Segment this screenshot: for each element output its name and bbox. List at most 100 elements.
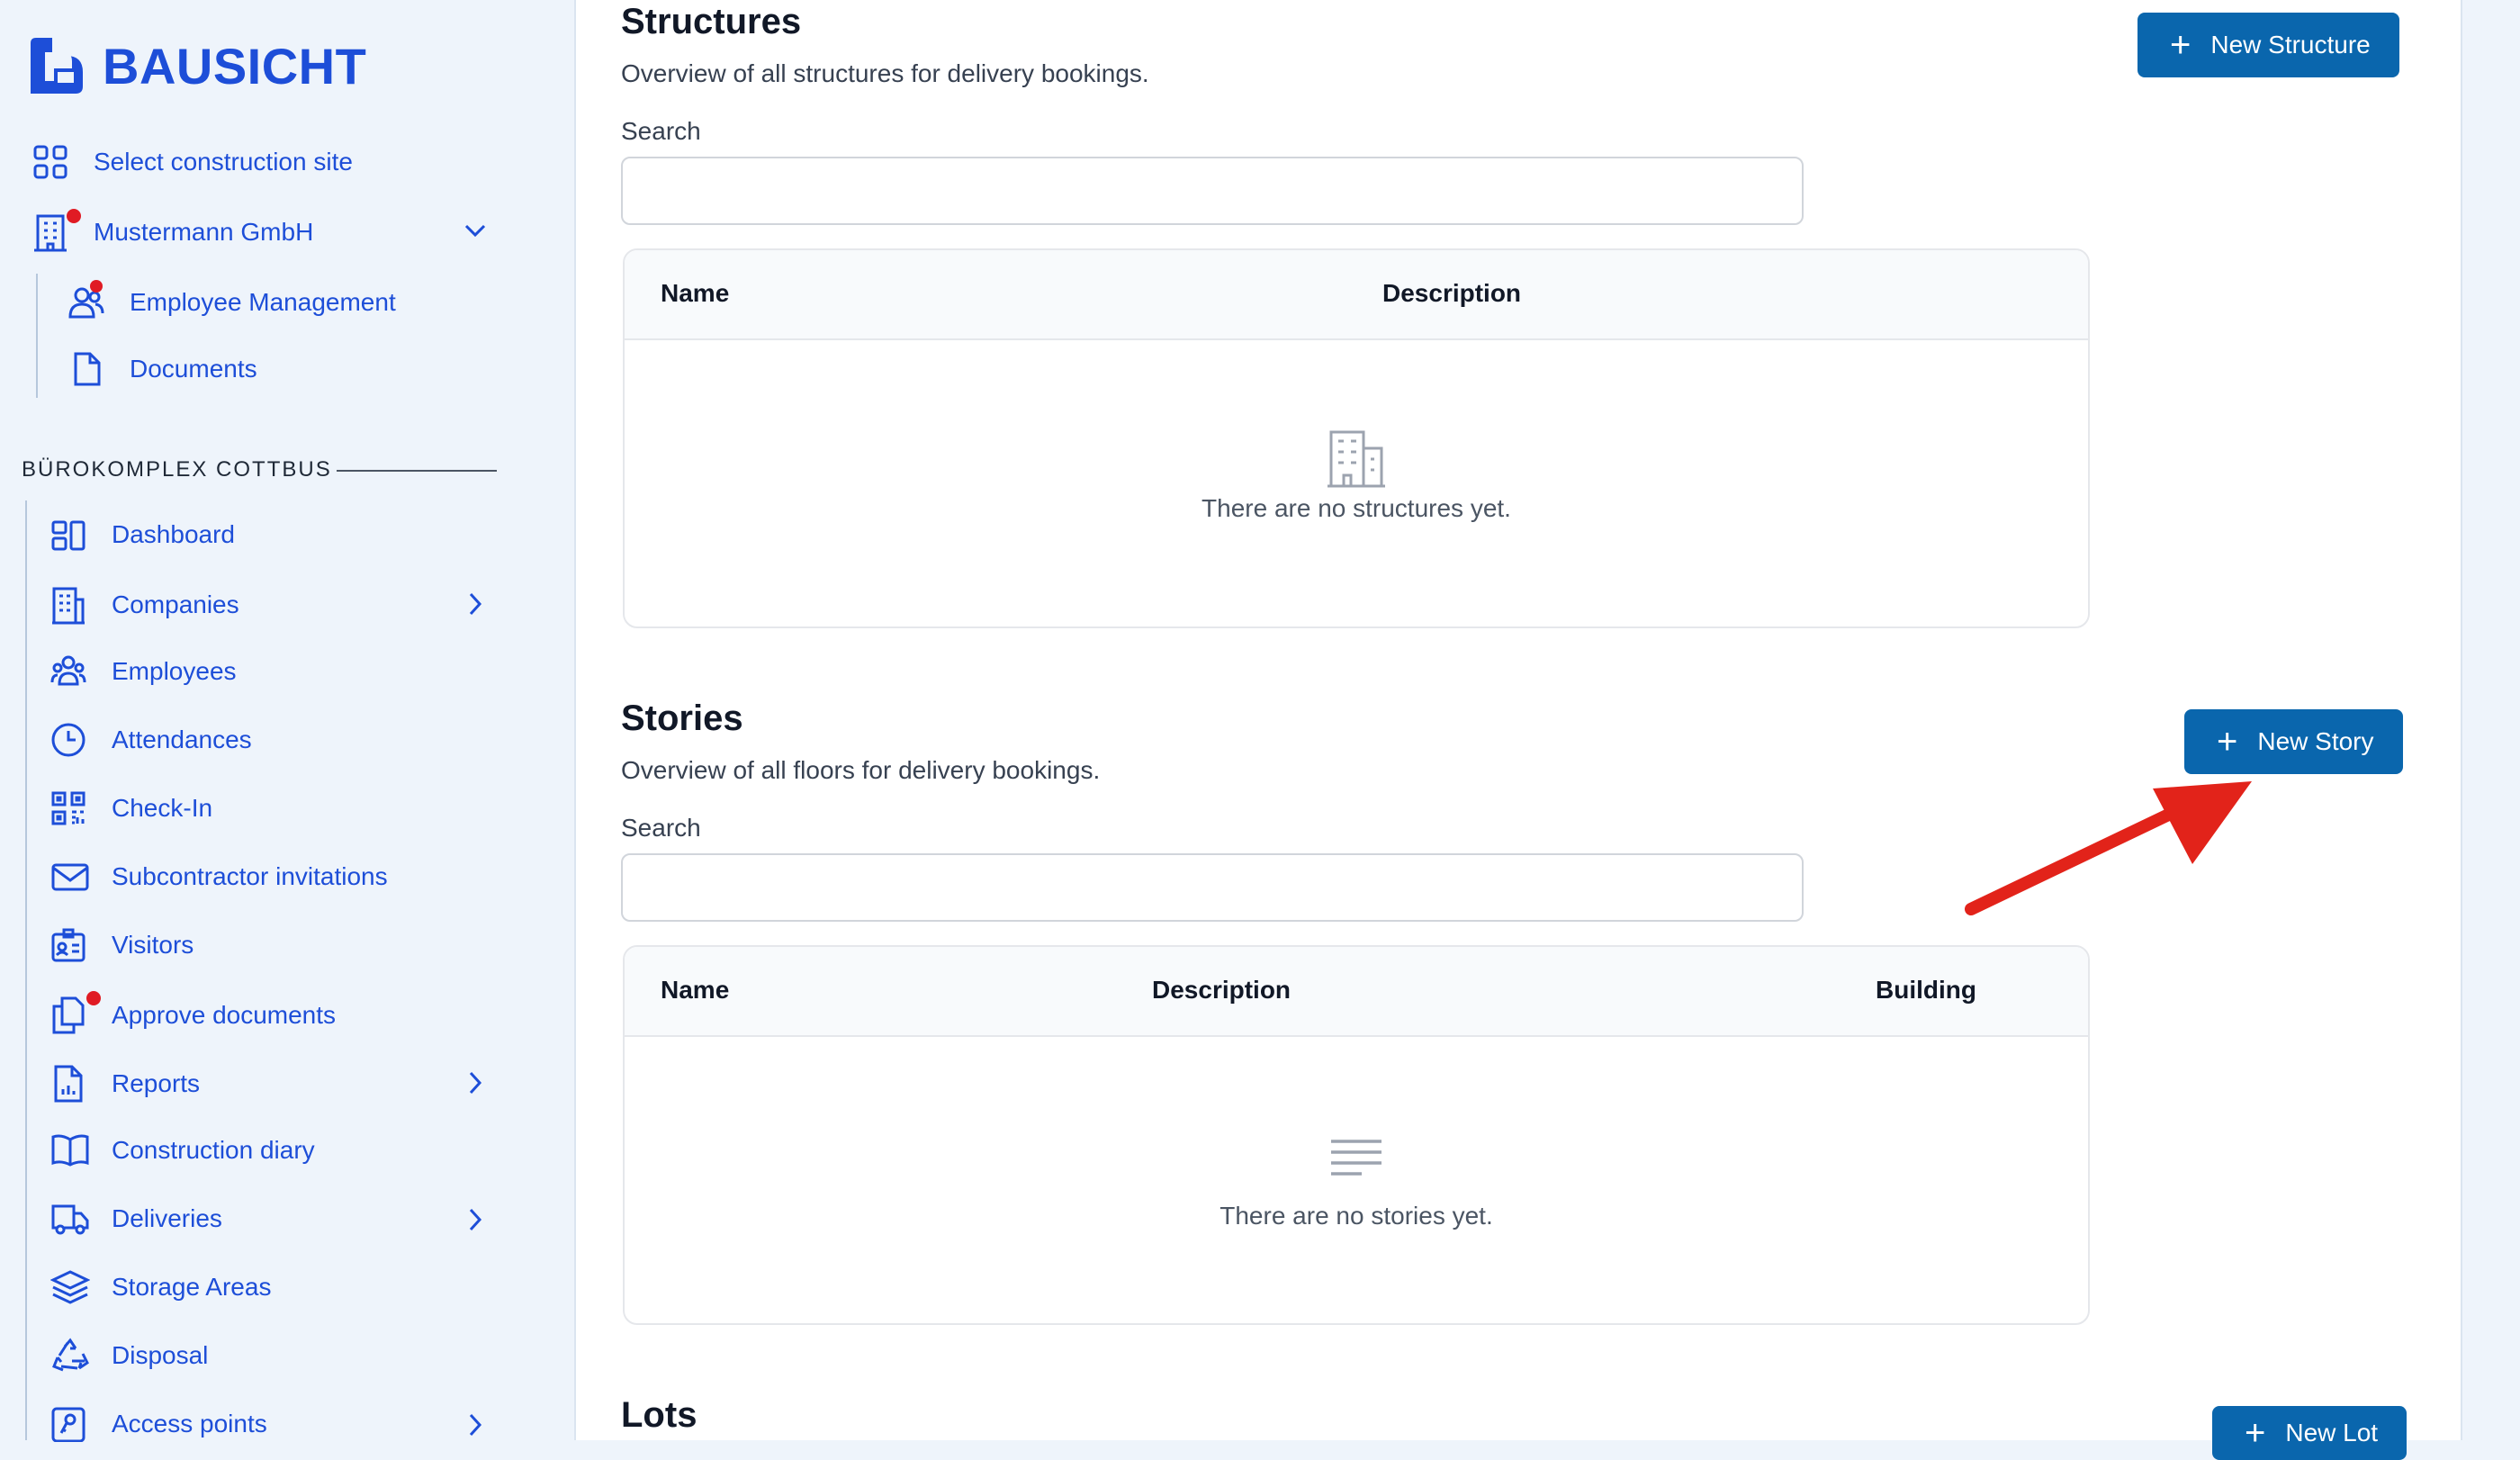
chevron-down-icon[interactable] bbox=[463, 221, 488, 239]
nav-companies[interactable]: Companies bbox=[50, 585, 239, 625]
nav-access-points[interactable]: Access points bbox=[50, 1406, 267, 1442]
notification-dot bbox=[90, 280, 103, 293]
report-icon bbox=[54, 1065, 83, 1103]
empty-text: There are no structures yet. bbox=[1202, 494, 1511, 522]
nav-label: Employees bbox=[112, 657, 237, 685]
nav-visitors[interactable]: Visitors bbox=[50, 927, 194, 963]
nav-label: Documents bbox=[130, 355, 257, 383]
new-structure-button[interactable]: + New Structure bbox=[2138, 13, 2399, 77]
section-divider bbox=[337, 470, 497, 472]
nav-disposal[interactable]: Disposal bbox=[50, 1338, 208, 1374]
subnav-line bbox=[36, 274, 38, 398]
chevron-right-icon[interactable] bbox=[466, 1069, 484, 1096]
empty-text: There are no stories yet. bbox=[1220, 1202, 1493, 1230]
column-header-building: Building bbox=[1876, 976, 1976, 1004]
column-header-description: Description bbox=[1152, 976, 1292, 1004]
chevron-right-icon[interactable] bbox=[466, 1411, 484, 1438]
structures-subtitle: Overview of all structures for delivery … bbox=[621, 59, 1149, 87]
qr-code-icon bbox=[51, 791, 86, 825]
nav-employees[interactable]: Employees bbox=[50, 653, 237, 689]
id-badge-icon bbox=[51, 928, 86, 962]
nav-select-construction-site[interactable]: Select construction site bbox=[32, 144, 353, 180]
nav-employee-management[interactable]: Employee Management bbox=[68, 284, 396, 320]
building-icon bbox=[52, 587, 85, 625]
users-group-icon bbox=[50, 655, 86, 686]
structures-search-label: Search bbox=[621, 117, 701, 145]
stories-empty-state: There are no stories yet. bbox=[625, 1136, 2088, 1230]
structures-title: Structures bbox=[621, 2, 802, 41]
layers-icon bbox=[50, 1270, 90, 1304]
book-icon bbox=[51, 1134, 89, 1167]
nav-storage-areas[interactable]: Storage Areas bbox=[50, 1269, 271, 1305]
stories-search-label: Search bbox=[621, 814, 701, 842]
nav-label: Select construction site bbox=[94, 148, 353, 176]
structures-empty-state: There are no structures yet. bbox=[625, 428, 2088, 523]
notification-dot bbox=[86, 991, 101, 1005]
plus-icon: + bbox=[2217, 722, 2238, 762]
new-lot-button[interactable]: + New Lot bbox=[2212, 1406, 2408, 1460]
chevron-right-icon[interactable] bbox=[466, 590, 484, 617]
document-icon bbox=[74, 352, 101, 386]
stories-title: Stories bbox=[621, 698, 743, 738]
building-icon bbox=[34, 214, 67, 252]
nav-deliveries[interactable]: Deliveries bbox=[50, 1201, 222, 1237]
recycle-icon bbox=[52, 1338, 89, 1372]
lots-title: Lots bbox=[621, 1395, 698, 1435]
bausicht-logo-icon bbox=[31, 38, 83, 94]
stories-table: Name Description Building There are no s… bbox=[623, 945, 2090, 1325]
dashboard-icon bbox=[51, 520, 86, 551]
nav-subcontractor-invitations[interactable]: Subcontractor invitations bbox=[50, 859, 388, 895]
column-header-name: Name bbox=[661, 279, 730, 307]
section-line bbox=[25, 500, 27, 1440]
nav-label: Dashboard bbox=[112, 520, 235, 548]
stories-subtitle: Overview of all floors for delivery book… bbox=[621, 756, 1101, 784]
nav-label: Access points bbox=[112, 1410, 267, 1437]
plus-icon: + bbox=[2170, 25, 2192, 65]
nav-label: Companies bbox=[112, 590, 239, 618]
right-gutter bbox=[2461, 0, 2520, 1440]
column-header-name: Name bbox=[661, 976, 730, 1004]
nav-label: Visitors bbox=[112, 931, 194, 959]
chevron-right-icon[interactable] bbox=[466, 1206, 484, 1233]
section-title: BÜROKOMPLEX COTTBUS bbox=[22, 457, 332, 482]
structures-search-input[interactable] bbox=[621, 157, 1804, 225]
nav-label: Disposal bbox=[112, 1341, 209, 1369]
app-name: BAUSICHT bbox=[103, 37, 367, 95]
notification-dot bbox=[67, 209, 81, 223]
key-card-icon bbox=[51, 1407, 86, 1442]
grid-icon bbox=[33, 145, 68, 179]
nav-check-in[interactable]: Check-In bbox=[50, 790, 212, 826]
truck-icon bbox=[51, 1204, 89, 1235]
nav-label: Deliveries bbox=[112, 1204, 222, 1232]
documents-icon bbox=[52, 996, 85, 1034]
nav-label: Storage Areas bbox=[112, 1273, 272, 1301]
button-label: New Story bbox=[2257, 727, 2374, 755]
button-label: New Structure bbox=[2210, 31, 2371, 59]
nav-documents[interactable]: Documents bbox=[68, 351, 257, 387]
nav-label: Attendances bbox=[112, 725, 252, 753]
nav-label: Reports bbox=[112, 1069, 201, 1097]
nav-reports[interactable]: Reports bbox=[50, 1064, 200, 1104]
clock-icon bbox=[51, 723, 86, 757]
stories-search-input[interactable] bbox=[621, 853, 1804, 922]
column-header-description: Description bbox=[1382, 279, 1522, 307]
nav-label: Subcontractor invitations bbox=[112, 862, 388, 890]
plus-icon: + bbox=[2245, 1413, 2266, 1453]
logo[interactable]: BAUSICHT bbox=[27, 36, 366, 95]
nav-attendances[interactable]: Attendances bbox=[50, 722, 252, 758]
main-content: Structures Overview of all structures fo… bbox=[576, 0, 2461, 1460]
nav-dashboard[interactable]: Dashboard bbox=[50, 517, 235, 553]
button-label: New Lot bbox=[2285, 1419, 2379, 1446]
table-header: Name Description Building bbox=[625, 947, 2088, 1037]
lines-icon bbox=[1331, 1140, 1382, 1176]
nav-label: Mustermann GmbH bbox=[94, 218, 314, 246]
building-icon bbox=[1328, 430, 1385, 488]
nav-label: Check-In bbox=[112, 794, 213, 822]
envelope-icon bbox=[51, 863, 89, 891]
table-header: Name Description bbox=[625, 250, 2088, 340]
nav-construction-diary[interactable]: Construction diary bbox=[50, 1132, 315, 1168]
nav-label: Approve documents bbox=[112, 1001, 337, 1029]
sidebar: BAUSICHT Select construction site Muster… bbox=[0, 0, 576, 1442]
structures-table: Name Description There are no structures… bbox=[623, 248, 2090, 628]
nav-label: Construction diary bbox=[112, 1136, 315, 1164]
